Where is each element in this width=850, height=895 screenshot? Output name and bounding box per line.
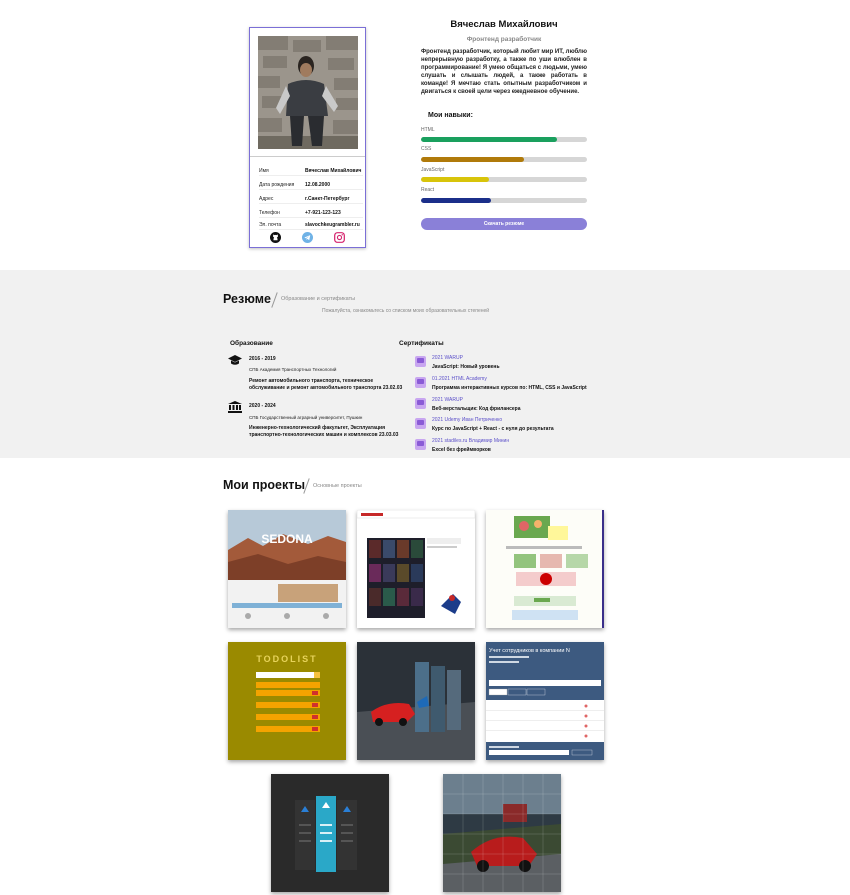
skill-bar-fill: [421, 157, 524, 162]
profile-photo: [258, 36, 358, 149]
skill-label-javascript: JavaScript: [421, 167, 445, 173]
info-row-email: Эл. почта slavochkeugrambler.ru: [259, 222, 363, 230]
skill-bar-fill: [421, 137, 558, 142]
resume-subtitle: Образование и сертификаты: [281, 296, 356, 302]
info-key: Адрес: [259, 196, 274, 202]
resume-hint: Пожалуйста, ознакомьтесь со списком моих…: [322, 308, 490, 314]
profile-role: Фронтенд разработчик: [466, 36, 542, 43]
info-key: Телефон: [259, 210, 280, 216]
certificate-source: 2021 WARUP: [432, 397, 463, 403]
project-sedona[interactable]: SEDONA: [228, 510, 346, 628]
card-divider: [250, 156, 365, 157]
employees-title: Учет сотрудников в компании N: [489, 648, 570, 654]
skill-bar-css: [421, 157, 587, 162]
skill-label-css: CSS: [421, 146, 432, 152]
certificate-source: 2021 stadiles.ru Владимир Минин: [432, 438, 510, 444]
graduation-cap-icon: [228, 355, 242, 365]
info-key: Имя: [259, 168, 269, 174]
certificate-source: 2021 WARUP: [432, 355, 463, 361]
todolist-title: TODOLIST: [256, 654, 317, 664]
education-institution: СПБ Государственный аграрный университет…: [249, 415, 363, 420]
skill-bar-react: [421, 198, 587, 203]
info-key: Эл. почта: [259, 222, 282, 228]
instagram-icon[interactable]: [333, 232, 345, 243]
info-row-address: Адрес г.Санкт-Петербург: [259, 196, 363, 204]
skill-bar-html: [421, 137, 587, 142]
github-icon[interactable]: [270, 232, 282, 243]
info-value: г.Санкт-Петербург: [305, 196, 350, 202]
education-years: 2020 - 2024: [249, 403, 276, 409]
certificate-icon: [415, 439, 426, 450]
certificate-name: Программа интерактивных курсов по: HTML,…: [432, 385, 587, 391]
certificate-source: 2021 Udemy Иван Петриченко: [432, 417, 503, 423]
info-row-name: Имя Вячеслав Михайлович: [259, 168, 363, 176]
education-years: 2016 - 2019: [249, 356, 276, 362]
education-description: Инженерно-технологический факультет, Экс…: [249, 425, 399, 438]
profile-about: Фронтенд разработчик, который любит мир …: [421, 49, 587, 95]
project-todolist[interactable]: TODOLIST: [228, 642, 346, 760]
certificate-name: Excel без фреймворков: [432, 447, 491, 453]
certificate-name: Курс по JavaScript + React - с нуля до р…: [432, 426, 554, 432]
projects-title: Мои проекты: [223, 478, 306, 492]
sedona-title: SEDONA: [261, 532, 313, 546]
project-cars-slider[interactable]: [357, 642, 475, 760]
certificates-title: Сертификаты: [399, 340, 444, 347]
project-car-puzzle[interactable]: [443, 774, 561, 892]
education-title: Образование: [230, 340, 273, 347]
info-key: Дата рождения: [259, 182, 295, 188]
skill-label-html: HTML: [421, 127, 435, 133]
profile-card: Имя Вячеслав Михайлович Дата рождения 12…: [249, 27, 366, 248]
certificate-icon: [415, 356, 426, 367]
skill-bar-fill: [421, 198, 491, 203]
info-value: 12.08.2000: [305, 182, 331, 188]
info-value[interactable]: slavochkeugrambler.ru: [305, 222, 363, 229]
download-resume-button[interactable]: Скачать резюме: [421, 218, 587, 230]
education-description: Ремонт автомобильного транспорта, технич…: [249, 378, 403, 391]
certificate-source: 01.2021 HTML Academy: [432, 376, 487, 382]
info-row-birthdate: Дата рождения 12.08.2000: [259, 182, 363, 190]
skill-label-react: React: [421, 187, 435, 193]
projects-subtitle: Основные проекты: [313, 483, 362, 489]
resume-title: Резюме: [223, 292, 271, 306]
certificate-icon: [415, 377, 426, 388]
telegram-icon[interactable]: [301, 232, 313, 243]
skill-bar-javascript: [421, 177, 587, 182]
education-institution: СПБ Академия Транспортных Технологий: [249, 367, 337, 372]
project-movies[interactable]: [357, 510, 475, 628]
project-food[interactable]: [486, 510, 604, 628]
certificate-name: JavaScript: Новый уровень: [432, 364, 500, 370]
project-pricing[interactable]: [271, 774, 389, 892]
university-icon: [228, 401, 242, 413]
certificate-name: Веб-верстальщик: Код фрилансера: [432, 406, 521, 412]
info-value[interactable]: +7-921-123-123: [305, 210, 363, 217]
social-links: [250, 232, 365, 243]
certificate-icon: [415, 398, 426, 409]
project-employees[interactable]: Учет сотрудников в компании N: [486, 642, 604, 760]
skills-title: Мои навыки:: [428, 112, 473, 119]
info-value: Вячеслав Михайлович: [305, 168, 362, 174]
info-row-phone: Телефон +7-921-123-123: [259, 210, 363, 218]
profile-name: Вячеслав Михайлович: [450, 19, 558, 30]
certificate-icon: [415, 418, 426, 429]
skill-bar-fill: [421, 177, 490, 182]
